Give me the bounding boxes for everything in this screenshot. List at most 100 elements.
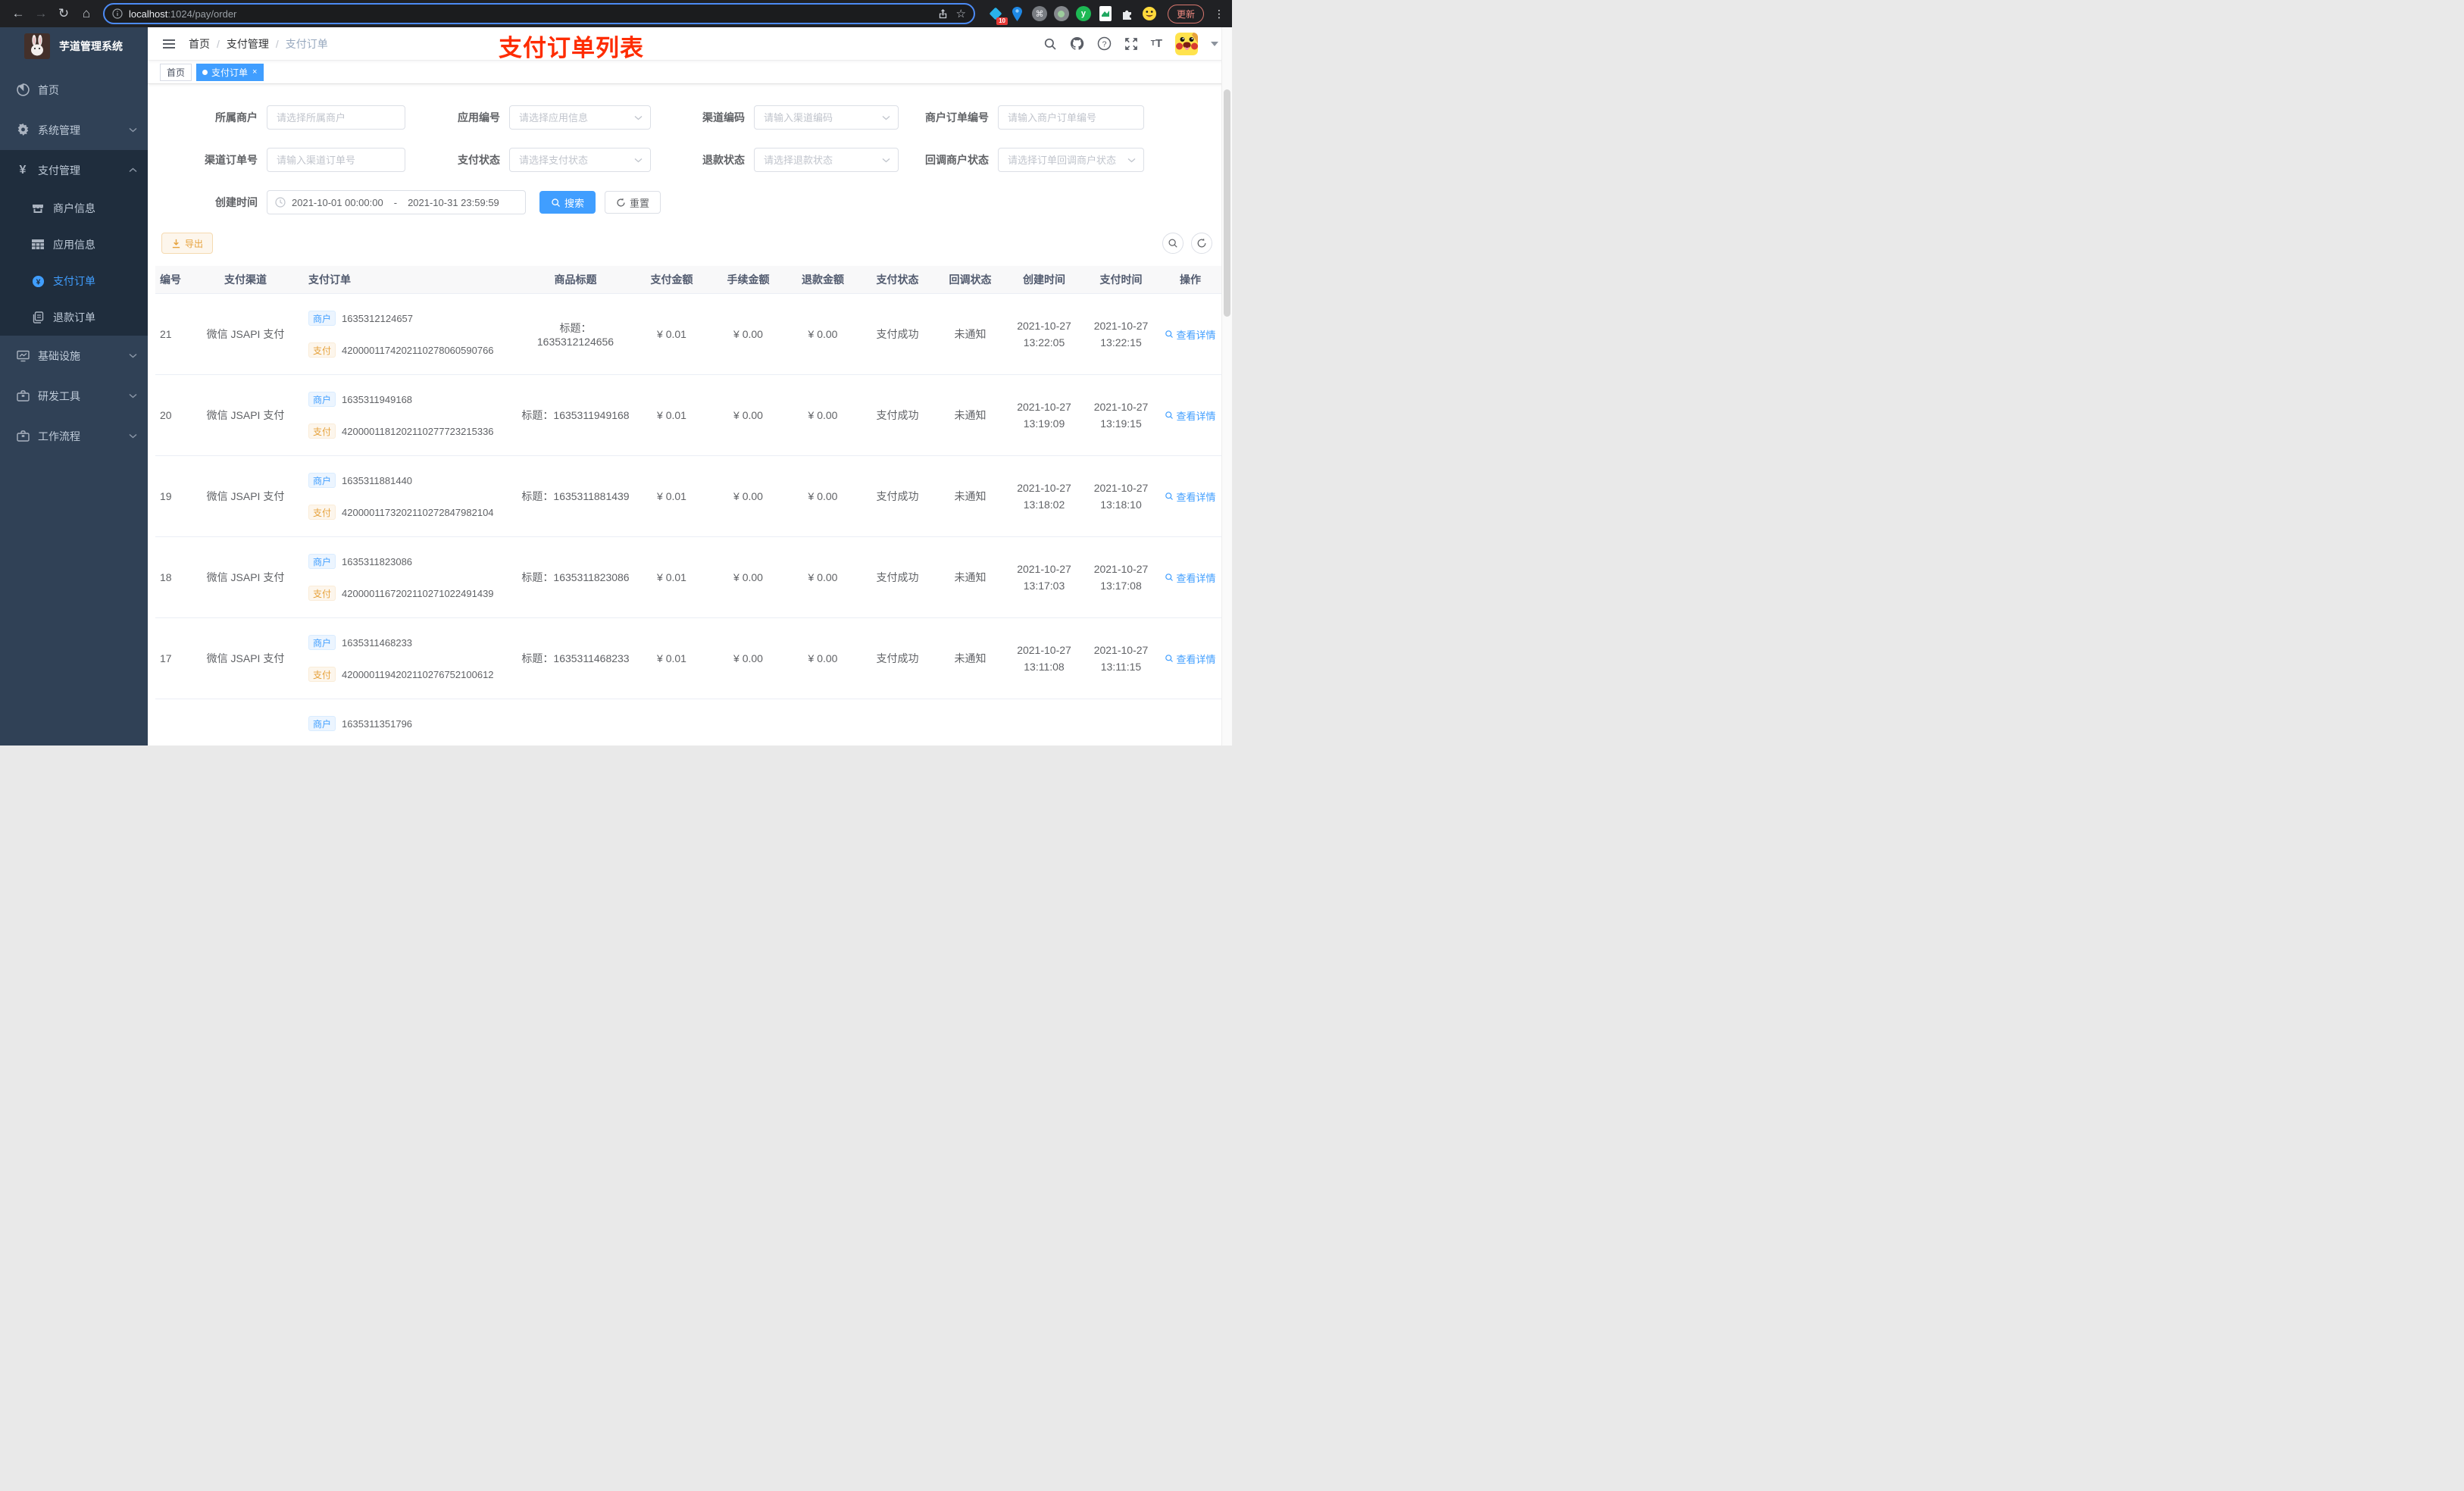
toggle-search-button[interactable] xyxy=(1162,233,1184,254)
sidebar-toggle-icon[interactable] xyxy=(163,39,175,48)
fullscreen-icon[interactable] xyxy=(1124,37,1138,51)
pay-time: 13:18:10 xyxy=(1100,499,1142,511)
sidebar-logo[interactable]: 芋道管理系统 xyxy=(0,27,148,65)
sidebar-item-merchant-info[interactable]: 商户信息 xyxy=(0,190,148,227)
address-bar[interactable]: localhost:1024/pay/order ☆ xyxy=(103,3,975,24)
merchant-order-no-input[interactable] xyxy=(1006,111,1136,124)
breadcrumb-home[interactable]: 首页 xyxy=(189,36,210,52)
extension-command-icon[interactable]: ⌘ xyxy=(1031,5,1048,22)
view-detail-link[interactable]: 查看详情 xyxy=(1165,570,1216,585)
extension-diamond-icon[interactable]: 10 xyxy=(987,5,1008,25)
browser-forward-icon[interactable]: → xyxy=(30,3,52,24)
bookmark-star-icon[interactable]: ☆ xyxy=(956,7,966,20)
app-input[interactable] xyxy=(518,111,631,124)
site-info-icon[interactable] xyxy=(112,8,123,19)
export-button[interactable]: 导出 xyxy=(161,233,214,254)
sidebar-item-system[interactable]: 系统管理 xyxy=(0,110,148,150)
font-size-icon[interactable]: TT xyxy=(1151,37,1162,50)
sidebar-item-workflow[interactable]: 工作流程 xyxy=(0,416,148,456)
extension-y-icon[interactable]: y xyxy=(1075,5,1092,22)
browser-home-icon[interactable]: ⌂ xyxy=(76,3,97,24)
create-time: 13:18:02 xyxy=(1023,499,1065,511)
sidebar-item-app-info[interactable]: 应用信息 xyxy=(0,227,148,263)
cell-create-time: 2021-10-27 13:11:08 xyxy=(1005,642,1083,675)
merchant-order-no: 1635311949168 xyxy=(342,393,413,405)
pay-order-line: 支付 4200001181202110277723215336 xyxy=(308,423,515,439)
table-row[interactable]: 20 微信 JSAPI 支付 商户 1635311949168 支付 42000… xyxy=(155,375,1221,456)
table-row[interactable]: 17 微信 JSAPI 支付 商户 1635311468233 支付 42000… xyxy=(155,618,1221,699)
sidebar-item-payment[interactable]: ¥ 支付管理 xyxy=(0,150,148,190)
page-scrollbar[interactable] xyxy=(1221,27,1232,746)
command-glyph: ⌘ xyxy=(1031,6,1047,21)
sidebar-item-pay-order[interactable]: ¥ 支付订单 xyxy=(0,263,148,299)
scrollbar-thumb[interactable] xyxy=(1224,89,1230,317)
avatar-caret-icon[interactable] xyxy=(1211,41,1218,46)
user-avatar[interactable] xyxy=(1175,32,1198,55)
view-detail-link[interactable]: 查看详情 xyxy=(1165,652,1216,666)
browser-reload-icon[interactable]: ↻ xyxy=(53,3,74,24)
pay-status-select[interactable] xyxy=(509,148,651,172)
browser-update-button[interactable]: 更新 xyxy=(1167,4,1204,23)
refund-status-select[interactable] xyxy=(754,148,899,172)
merchant-order-line: 商户 1635311351796 xyxy=(308,715,515,732)
merchant-order-no: 1635312124657 xyxy=(342,312,414,324)
table-row[interactable]: 商户 1635311351796 xyxy=(155,699,1221,746)
extension-green-doc-icon[interactable] xyxy=(1097,5,1114,22)
reset-button[interactable]: 重置 xyxy=(605,191,661,214)
merchant-input[interactable] xyxy=(275,111,397,124)
view-detail-link[interactable]: 查看详情 xyxy=(1165,327,1216,342)
refresh-button[interactable] xyxy=(1191,233,1212,254)
cell-amount: ¥ 0.01 xyxy=(657,490,686,502)
channel-order-no-input[interactable] xyxy=(275,153,397,167)
view-detail-link[interactable]: 查看详情 xyxy=(1165,489,1216,504)
browser-menu-icon[interactable]: ⋮ xyxy=(1214,8,1224,20)
cell-title: 标题：1635312124656 xyxy=(536,322,614,348)
sidebar-item-home[interactable]: 首页 xyxy=(0,70,148,110)
main-panel: 首页 / 支付管理 / 支付订单 支付订单列表 ? T T 首页 支付订单 × … xyxy=(148,27,1232,746)
channel-order-no-field[interactable] xyxy=(267,148,405,172)
pay-date: 2021-10-27 xyxy=(1093,482,1149,494)
breadcrumb-payment[interactable]: 支付管理 xyxy=(227,36,269,52)
channel-code-input[interactable] xyxy=(762,111,879,124)
sidebar-item-devtools[interactable]: 研发工具 xyxy=(0,376,148,416)
merchant-select[interactable] xyxy=(267,105,405,130)
search-icon[interactable] xyxy=(1043,37,1057,51)
refund-status-input[interactable] xyxy=(762,153,879,167)
close-icon[interactable]: × xyxy=(252,67,257,77)
tab-pay-order[interactable]: 支付订单 × xyxy=(196,63,264,81)
clock-icon xyxy=(275,197,286,208)
cell-amount: ¥ 0.01 xyxy=(657,409,686,421)
merchant-order-line: 商户 1635311949168 xyxy=(308,391,515,408)
share-icon[interactable] xyxy=(937,8,949,20)
github-icon[interactable] xyxy=(1070,36,1084,51)
notify-status-select[interactable] xyxy=(998,148,1144,172)
cell-fee: ¥ 0.00 xyxy=(733,328,763,340)
cell-refund: ¥ 0.00 xyxy=(808,571,838,583)
table-row[interactable]: 18 微信 JSAPI 支付 商户 1635311823086 支付 42000… xyxy=(155,537,1221,618)
table-row[interactable]: 21 微信 JSAPI 支付 商户 1635312124657 支付 42000… xyxy=(155,294,1221,375)
cell-refund: ¥ 0.00 xyxy=(808,409,838,421)
merchant-order-no-field[interactable] xyxy=(998,105,1144,130)
search-button[interactable]: 搜索 xyxy=(539,191,596,214)
merchant-order-line: 商户 1635311823086 xyxy=(308,553,515,570)
sidebar-item-infra[interactable]: 基础设施 xyxy=(0,336,148,376)
extension-gray-dot-icon[interactable] xyxy=(1053,5,1070,22)
monitor-icon xyxy=(14,350,32,362)
notify-status-input[interactable] xyxy=(1006,153,1124,167)
pay-status-input[interactable] xyxy=(518,153,631,167)
table-row[interactable]: 19 微信 JSAPI 支付 商户 1635311881440 支付 42000… xyxy=(155,456,1221,537)
cell-pay-time: 2021-10-27 13:11:15 xyxy=(1083,642,1159,675)
sidebar-item-refund-order[interactable]: 退款订单 xyxy=(0,299,148,336)
date-range-picker[interactable]: 2021-10-01 00:00:00 - 2021-10-31 23:59:5… xyxy=(267,190,526,214)
tab-home[interactable]: 首页 xyxy=(160,63,192,81)
cell-title: 标题：1635311881439 xyxy=(521,490,630,502)
view-detail-link[interactable]: 查看详情 xyxy=(1165,408,1216,423)
channel-code-select[interactable] xyxy=(754,105,899,130)
header-fee: 手续金额 xyxy=(727,274,770,286)
app-select[interactable] xyxy=(509,105,651,130)
profile-emoji-icon[interactable] xyxy=(1141,5,1158,22)
browser-back-icon[interactable]: ← xyxy=(8,3,29,24)
extensions-puzzle-icon[interactable] xyxy=(1119,5,1136,22)
extension-pin-icon[interactable] xyxy=(1009,5,1026,22)
help-icon[interactable]: ? xyxy=(1097,36,1112,51)
